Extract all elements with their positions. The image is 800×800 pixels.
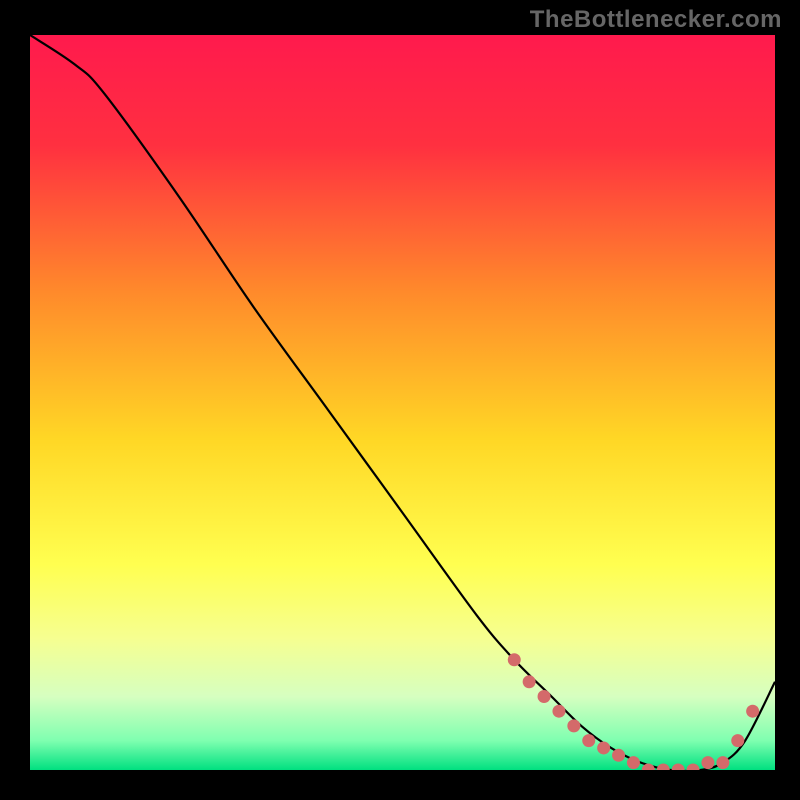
marker-dot [508,653,521,666]
marker-dot [746,705,759,718]
marker-dot [716,756,729,769]
marker-dot [582,734,595,747]
marker-dot [701,756,714,769]
marker-dot [597,741,610,754]
marker-dot [612,749,625,762]
marker-dot [731,734,744,747]
plot-area [30,35,775,770]
marker-dot [538,690,551,703]
marker-dot [567,719,580,732]
chart-frame: TheBottlenecker.com [0,0,800,800]
chart-svg [30,35,775,770]
marker-dot [523,675,536,688]
marker-dot [552,705,565,718]
marker-dot [627,756,640,769]
attribution-text: TheBottlenecker.com [530,6,782,34]
